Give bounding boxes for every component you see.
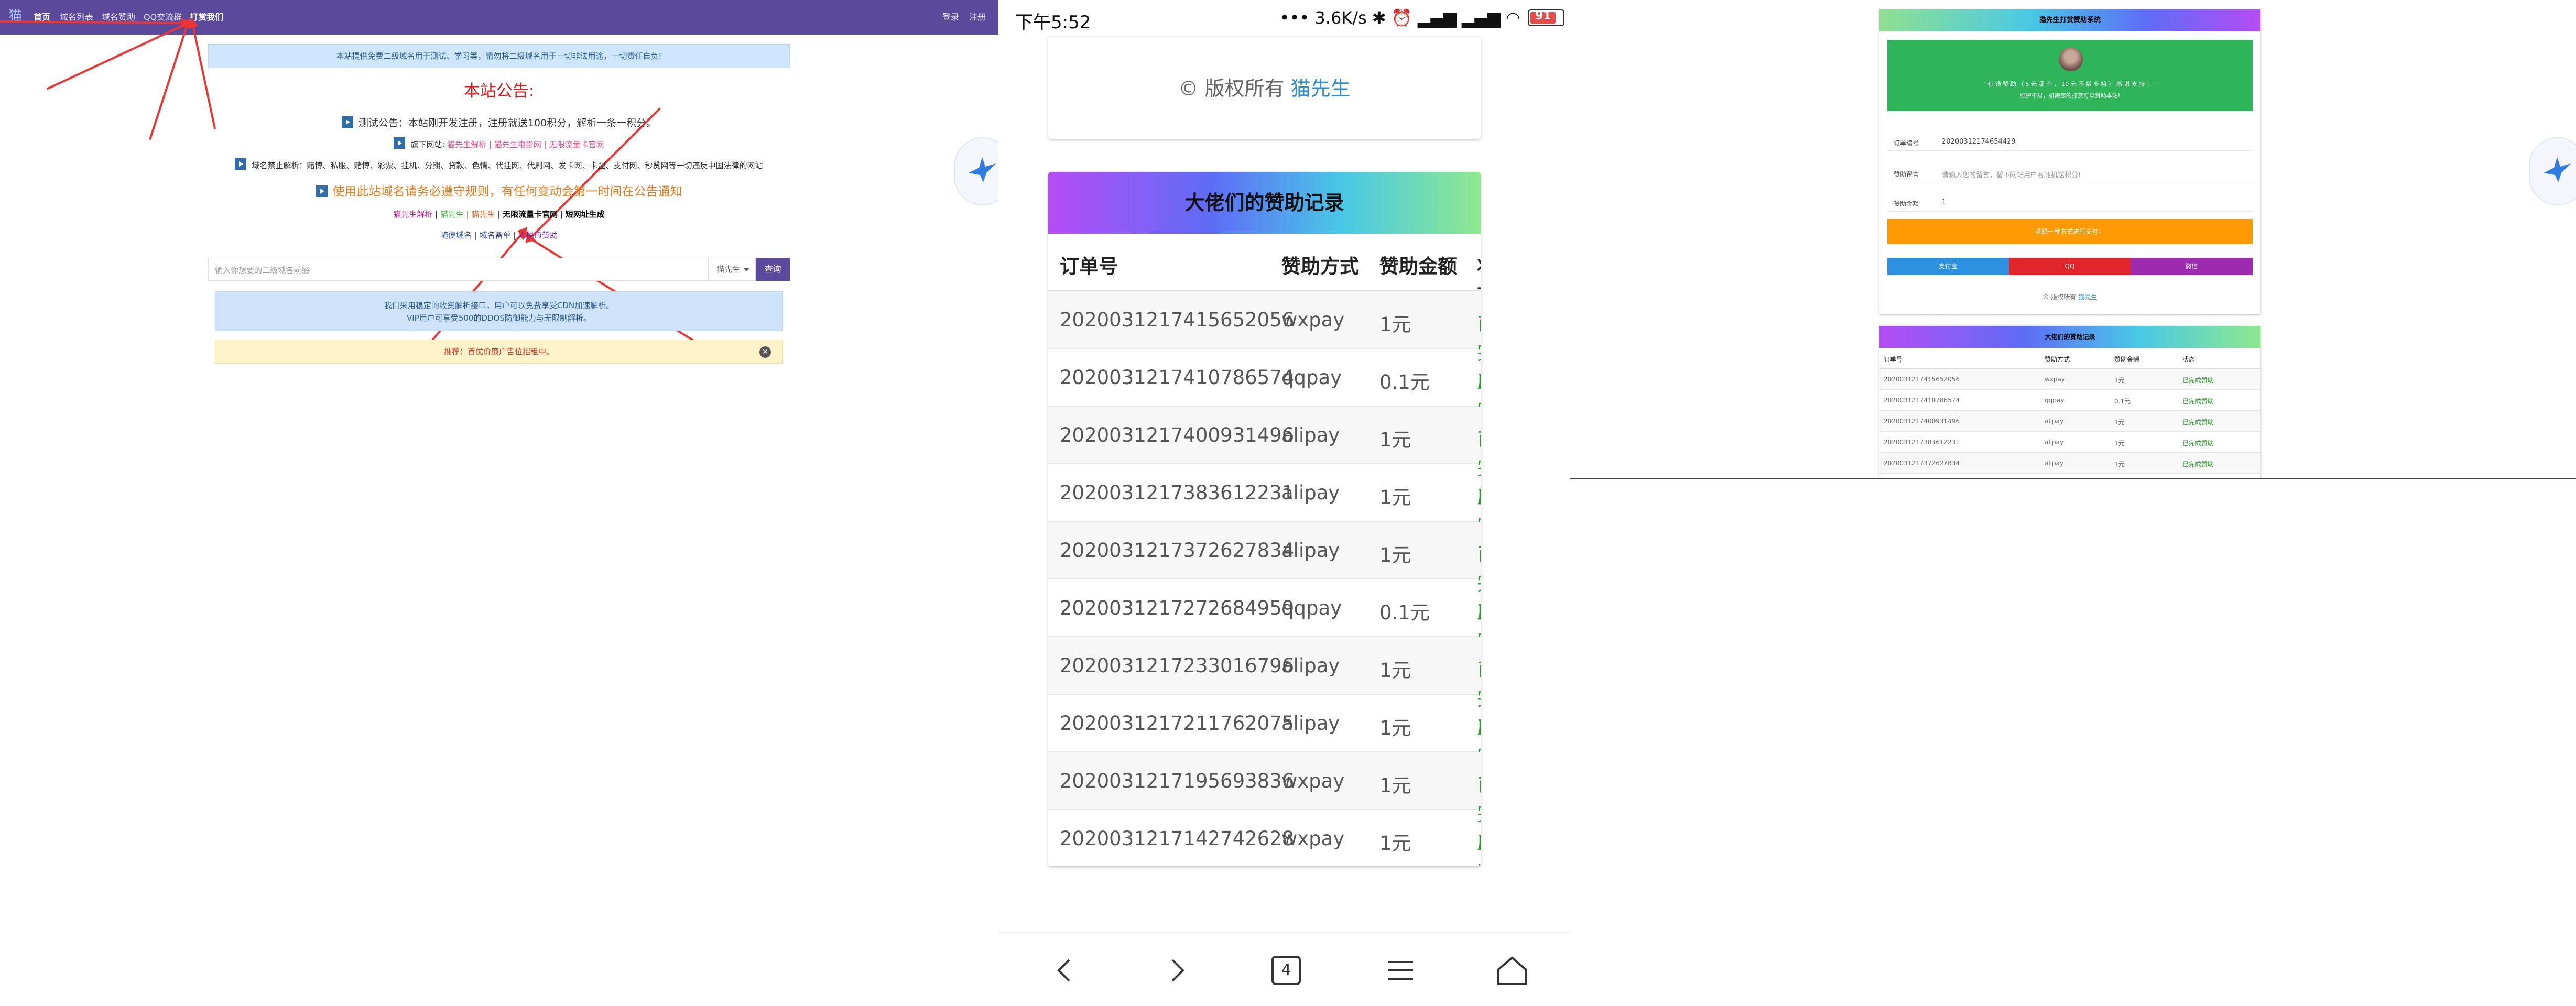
forward-icon[interactable]	[1160, 954, 1193, 987]
domain-search-input[interactable]: 输入你想要的二级域名前缀	[208, 258, 709, 281]
link-flow-card[interactable]: 无限流量卡官网	[503, 210, 558, 219]
pay-hint-button[interactable]: 选择一种方式进行支付。	[1887, 219, 2253, 244]
link-short-url[interactable]: 短网址生成	[566, 210, 605, 219]
order-number-field: 订单编号 20200312174654429	[1887, 133, 2253, 151]
query-button[interactable]: 查询	[756, 258, 790, 281]
browser-bottom-bar: 4	[998, 932, 1570, 1006]
table-row: 2020031217195693836wxpay1元已完成	[1048, 752, 1481, 854]
rules-line: 使用此站域名请务必遵守规则，有任何变动会第一时间在公告通知	[208, 181, 790, 199]
screenshot-composite: 猫 首页 域名列表 域名赞助 QQ交流群 打赏我们 登录 注册 本站提供免费二级…	[0, 0, 2576, 1006]
link-random-domain[interactable]: 随便域名	[440, 231, 472, 240]
top-navbar: 猫 首页 域名列表 域名赞助 QQ交流群 打赏我们 登录 注册	[0, 0, 998, 35]
announcement-title: 本站公告:	[463, 82, 535, 101]
annotation-arrow	[149, 25, 188, 140]
play-icon	[235, 158, 247, 170]
nav-register[interactable]: 注册	[969, 12, 986, 23]
table-row: 2020031217400931496 alipay 1元 已完成赞助	[1879, 411, 2260, 432]
play-icon	[394, 137, 406, 149]
home-icon[interactable]	[1495, 954, 1529, 987]
sponsor-records-card: 大佬们的赞助记录 订单号 赞助方式 赞助金额 状态 20200312174156…	[1048, 172, 1481, 866]
link-domain-record[interactable]: 域名备单	[479, 231, 510, 240]
records-title: 大佬们的赞助记录	[1879, 326, 2260, 348]
link-parse[interactable]: 猫先生解析	[393, 210, 432, 219]
alipay-button[interactable]: 支付宝	[1887, 258, 2009, 275]
forbidden-line: 域名禁止解析：赌博、私服、赌博、彩票、挂机、分期、贷款、色情、代挂网、代刷网、发…	[208, 158, 790, 171]
table-row: 2020031217410786574 qqpay 0.1元 已完成赞助	[1879, 390, 2260, 411]
wechat-pay-button[interactable]: 微信	[2131, 258, 2253, 275]
info-box: 我们采用稳定的收费解析接口，用户可以免费享受CDN加速解析。 VIP用户可享受5…	[215, 291, 783, 331]
menu-icon[interactable]	[1384, 954, 1417, 987]
table-row: 2020031217400931496alipay1元已完成	[1048, 407, 1481, 508]
announcement-line: 测试公告：本站刚开发注册，注册就送100积分，解析一条一积分。	[208, 115, 790, 129]
sister-site-links[interactable]: 猫先生解析 | 猫先生电影网 | 无限流量卡官网	[447, 140, 604, 149]
copyright-text: © 版权所有 猫先生	[2042, 293, 2097, 301]
back-icon[interactable]	[1048, 954, 1082, 987]
friend-links: 猫先生解析 | 猫先生 | 猫先生 | 无限流量卡官网 | 短网址生成	[393, 210, 605, 219]
records-header: 订单号 赞助方式 赞助金额 状态	[1048, 234, 1481, 306]
table-row: 2020031217142742628wxpay1元已完成	[1048, 810, 1481, 866]
play-icon	[341, 116, 353, 128]
bird-icon	[2544, 157, 2571, 182]
amount-field[interactable]: 赞助金额 1	[1887, 194, 2253, 212]
table-row: 2020031217410786574qqpay0.1元已完成	[1048, 349, 1481, 450]
domain-search-row: 输入你想要的二级域名前缀 猫先生 查询	[208, 258, 790, 281]
table-row: 2020031217372627834 alipay 1元 已完成赞助	[1879, 453, 2260, 474]
records-card: 大佬们的赞助记录 订单号 赞助方式 赞助金额 状态 20200312174156…	[1879, 326, 2260, 478]
donate-title: 猫先生打赏赞助系统	[1879, 9, 2260, 31]
status-bar: 下午5:52 ••• 3.6K/s ✱ ⏰ ▂▄▆ ▂▄▆ ◠ 91	[998, 0, 1570, 37]
avatar	[2059, 47, 2083, 71]
tabs-icon[interactable]: 4	[1271, 956, 1301, 985]
floating-assistant[interactable]	[2529, 137, 2576, 205]
ad-banner: 推荐：首优价廉广告位招租中。 ✕	[215, 340, 783, 364]
records-header: 订单号 赞助方式 赞助金额 状态	[1879, 348, 2260, 369]
desktop-site-panel: 猫 首页 域名列表 域名赞助 QQ交流群 打赏我们 登录 注册 本站提供免费二级…	[0, 0, 998, 367]
table-row: 2020031217372627834alipay1元已完成	[1048, 522, 1481, 623]
table-row: 2020031217383612231 alipay 1元 已完成赞助	[1879, 432, 2260, 453]
table-row: 2020031217415652056 wxpay 1元 已完成赞助	[1879, 369, 2260, 390]
clock: 下午5:52	[1015, 12, 1091, 33]
close-icon[interactable]: ✕	[759, 346, 771, 358]
link-site-c[interactable]: 猫先生	[471, 210, 495, 219]
mobile-screenshot-panel: 下午5:52 ••• 3.6K/s ✱ ⏰ ▂▄▆ ▂▄▆ ◠ 91 © 版权所…	[998, 0, 1570, 1006]
status-icons: ••• 3.6K/s ✱ ⏰ ▂▄▆ ▂▄▆ ◠ 91	[1280, 8, 1564, 28]
records-title: 大佬们的赞助记录	[1048, 172, 1481, 234]
table-row: 2020031217415652056wxpay1元已完成	[1048, 291, 1481, 392]
suffix-select[interactable]: 猫先生	[709, 258, 756, 281]
copyright-card: © 版权所有 猫先生	[1048, 37, 1481, 139]
link-site-b[interactable]: 猫先生	[440, 210, 464, 219]
donate-card: 猫先生打赏赞助系统 " 有 钱 赞 助 （ 5 元 哪 个 ， 10 元 不 嫌…	[1879, 9, 2260, 314]
table-row: 2020031217383612231alipay1元已完成	[1048, 464, 1481, 565]
disclaimer-notice: 本站提供免费二级域名用于测试、学习等，请勿将二级域名用于一切非法用途，一切责任自…	[208, 44, 790, 68]
tool-links: 随便域名 | 域名备单 | 人民币赞助	[440, 231, 558, 240]
brand-link[interactable]: 猫先生	[1291, 77, 1351, 100]
table-row: 2020031217272684959qqpay0.1元已完成	[1048, 579, 1481, 681]
battery-icon: 91	[1528, 9, 1564, 26]
message-field[interactable]: 赞助留言 请输入您的留言，留下网站用户名随机送积分!	[1887, 165, 2253, 182]
qq-pay-button[interactable]: QQ	[2009, 258, 2131, 275]
sister-sites-line: 旗下网站: 猫先生解析 | 猫先生电影网 | 无限流量卡官网	[208, 137, 790, 150]
nav-login[interactable]: 登录	[942, 12, 959, 23]
play-icon	[316, 185, 328, 197]
floating-assistant[interactable]	[954, 137, 998, 205]
donate-banner: " 有 钱 赞 助 （ 5 元 哪 个 ， 10 元 不 嫌 多 嘛 ） 感 谢…	[1887, 40, 2253, 111]
link-rmb-sponsor[interactable]: 人民币赞助	[518, 231, 558, 240]
bird-icon	[969, 157, 996, 182]
copyright-text: © 版权所有 猫先生	[1178, 77, 1351, 100]
table-row: 2020031217211762075alipay1元已完成	[1048, 695, 1481, 796]
table-row: 2020031217233016796alipay1元已完成	[1048, 637, 1481, 738]
donate-page-panel: 猫先生打赏赞助系统 " 有 钱 赞 助 （ 5 元 哪 个 ， 10 元 不 嫌…	[1570, 0, 2576, 479]
